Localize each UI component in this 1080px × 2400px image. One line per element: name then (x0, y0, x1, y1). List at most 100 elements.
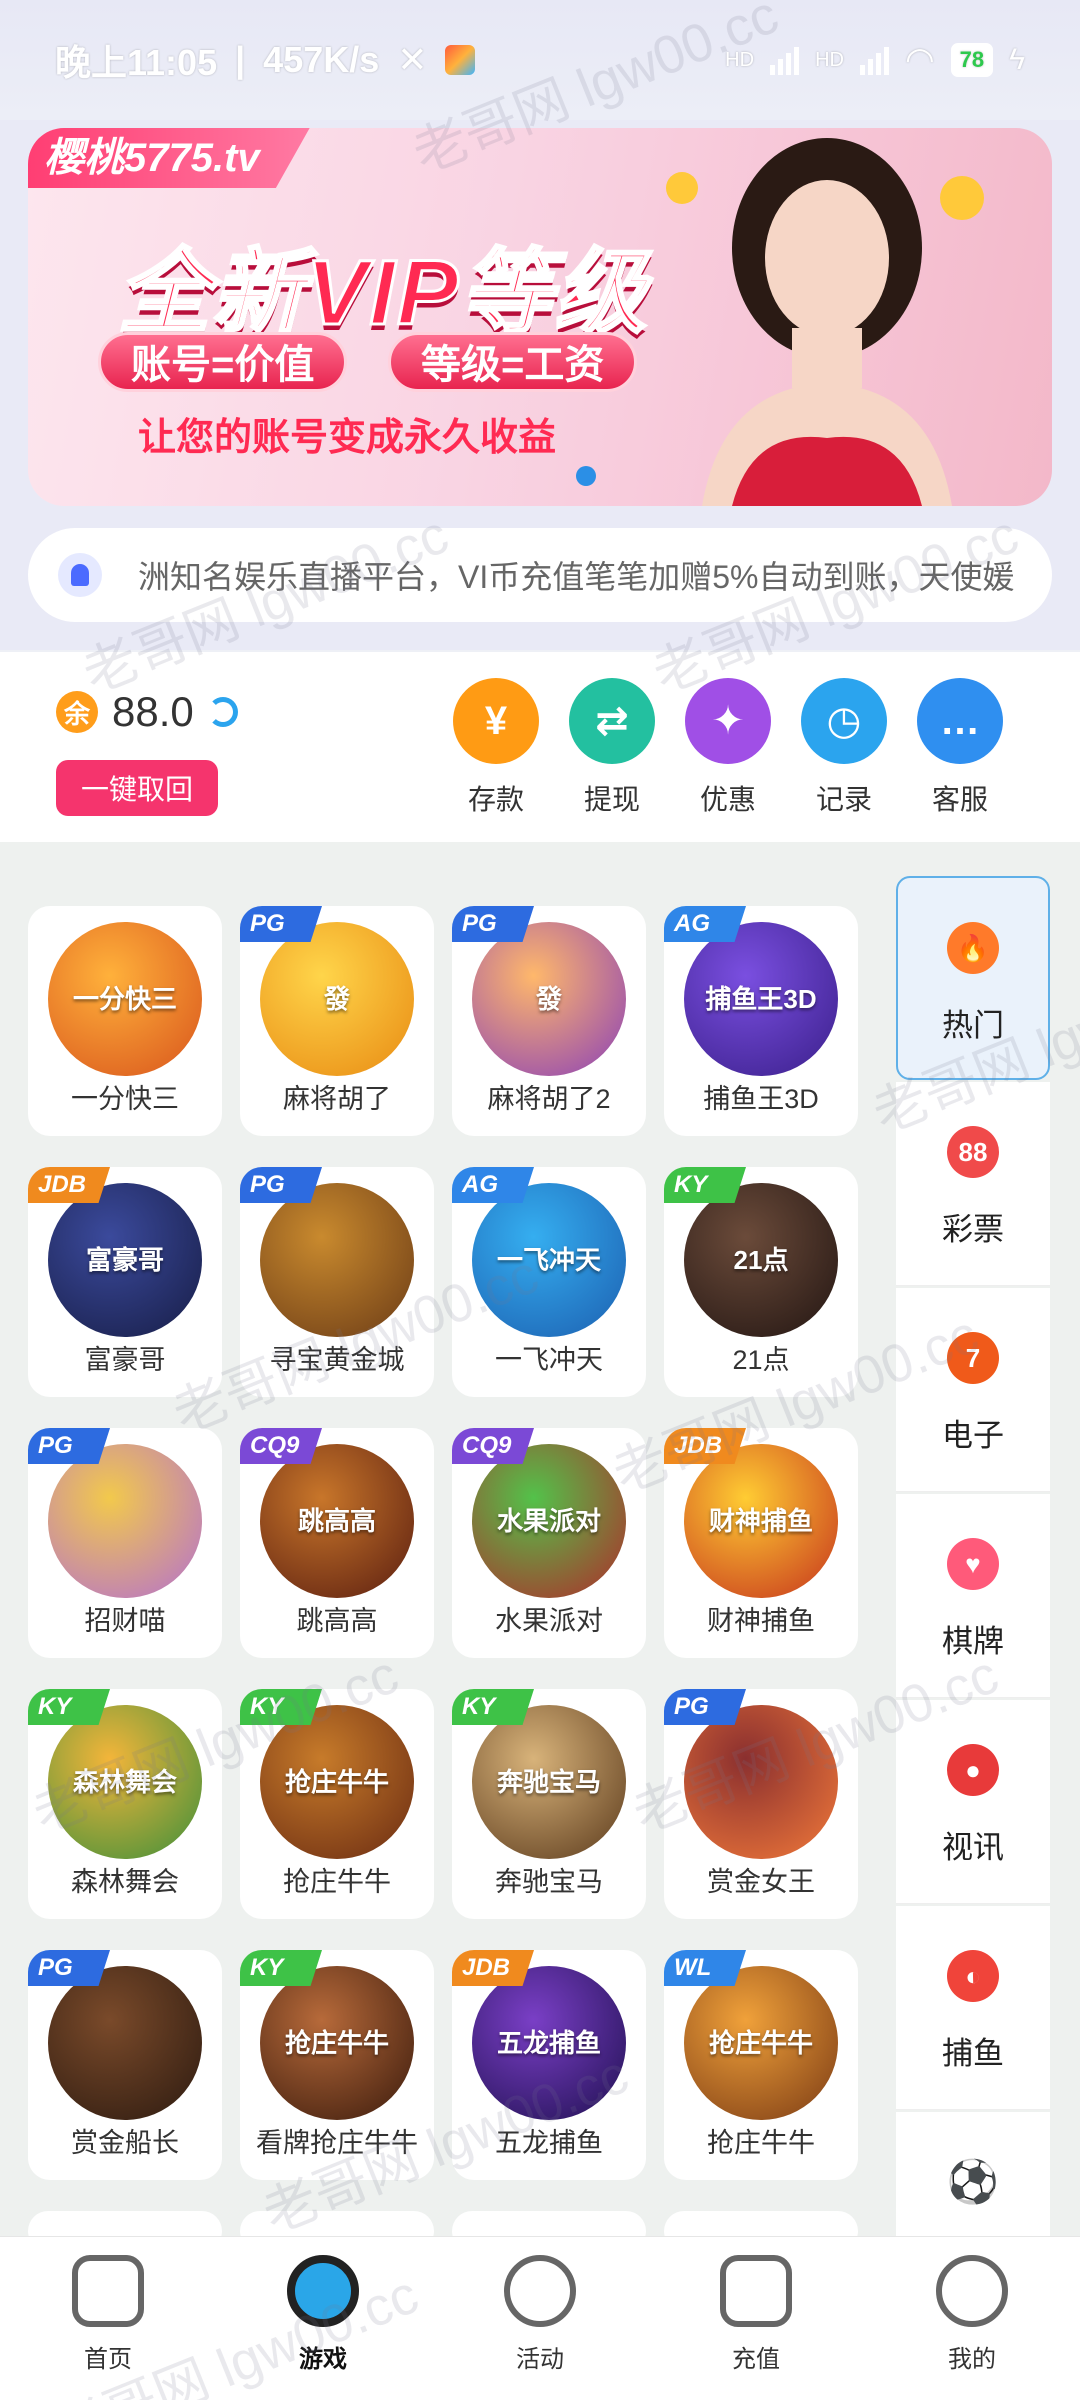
announcement-marquee[interactable]: 洲知名娱乐直播平台，VI币充值笔笔加赠5%自动到账，天使媛 (28, 528, 1052, 622)
status-speed: 457K/s (263, 39, 380, 80)
category-电子[interactable]: 7 电子 (896, 1288, 1050, 1492)
nav-profile-face[interactable]: 我的 (912, 2255, 1032, 2374)
game-card[interactable]: 一分快三 一分快三 (28, 906, 222, 1136)
game-thumbnail: 财神捕鱼 (684, 1444, 838, 1598)
game-card[interactable]: PG 寻宝黄金城 (240, 1167, 434, 1397)
game-card[interactable]: 奔驰宝马 KY 奔驰宝马 (452, 1689, 646, 1919)
action-clock[interactable]: ◷ 记录 (794, 678, 894, 818)
category-热门[interactable]: 🔥 热门 (896, 876, 1050, 1080)
game-card[interactable]: 水果派对 CQ9 水果派对 (452, 1428, 646, 1658)
game-thumbnail: 一分快三 (48, 922, 202, 1076)
game-thumbnail: 抢庄牛牛 (260, 1705, 414, 1859)
game-card[interactable]: 捕鱼王3D AG 捕鱼王3D (664, 906, 858, 1136)
nav-home[interactable]: 首页 (48, 2255, 168, 2374)
game-card[interactable]: PG 赏金女王 (664, 1689, 858, 1919)
network-hd-label: HD (725, 48, 755, 71)
bottom-navigation: 首页 游戏 活动 充值 我的 (0, 2236, 1080, 2400)
game-name: 富豪哥 (84, 1345, 166, 1375)
game-name: 财神捕鱼 (707, 1606, 815, 1636)
nav-gamepad[interactable]: 游戏 (263, 2255, 383, 2374)
fish-icon: ◐ (947, 1950, 999, 2002)
announcement-text: 洲知名娱乐直播平台，VI币充值笔笔加赠5%自动到账，天使媛 (138, 559, 1015, 595)
game-card[interactable]: 一飞冲天 AG 一飞冲天 (452, 1167, 646, 1397)
game-thumbnail (684, 1705, 838, 1859)
game-card[interactable]: PG 赏金船长 (28, 1950, 222, 2180)
category-sports[interactable]: ⚽ (896, 2112, 1050, 2236)
category-视讯[interactable]: ● 视讯 (896, 1700, 1050, 1904)
game-card-partial[interactable] (240, 2211, 434, 2236)
game-card[interactable]: 五龙捕鱼 JDB 五龙捕鱼 (452, 1950, 646, 2180)
game-name: 五龙捕鱼 (495, 2128, 603, 2158)
game-name: 一飞冲天 (495, 1345, 603, 1375)
provider-badge: CQ9 (240, 1428, 322, 1464)
game-card[interactable]: 财神捕鱼 JDB 财神捕鱼 (664, 1428, 858, 1658)
promo-banner[interactable]: 樱桃5775.tv 全新VIP等级 账号=价值 等级=工资 让您的账号变成永久收… (28, 128, 1052, 506)
chip-icon: ● (947, 1744, 999, 1796)
nav-label: 活动 (516, 2346, 564, 2373)
game-card[interactable]: 富豪哥 JDB 富豪哥 (28, 1167, 222, 1397)
provider-badge: KY (28, 1689, 110, 1725)
clock-icon: ◷ (801, 678, 887, 764)
game-name: 抢庄牛牛 (283, 1867, 391, 1897)
game-thumbnail: 發 (260, 922, 414, 1076)
action-exchange[interactable]: ⇄ 提现 (562, 678, 662, 818)
game-thumbnail (48, 1444, 202, 1598)
nav-flag[interactable]: 活动 (480, 2255, 600, 2374)
profile-face-icon (936, 2255, 1008, 2327)
action-chat[interactable]: … 客服 (910, 678, 1010, 818)
game-card-partial[interactable] (452, 2211, 646, 2236)
banner-pill-account: 账号=价值 (98, 332, 348, 392)
game-card[interactable]: PG 招财喵 (28, 1428, 222, 1658)
game-name: 赏金船长 (71, 2128, 179, 2158)
fire-icon: 🔥 (947, 922, 999, 974)
status-bar: 晚上11:05 | 457K/s ✕ HD HD ◠ 78 ϟ (0, 0, 1080, 120)
category-彩票[interactable]: 88 彩票 (896, 1082, 1050, 1286)
game-thumbnail: 跳高高 (260, 1444, 414, 1598)
banner-site-tag: 樱桃5775.tv (28, 128, 310, 188)
game-card[interactable]: 抢庄牛牛 KY 抢庄牛牛 (240, 1689, 434, 1919)
game-card-partial[interactable] (664, 2211, 858, 2236)
carousel-indicator[interactable] (576, 466, 596, 486)
game-card[interactable]: 跳高高 CQ9 跳高高 (240, 1428, 434, 1658)
banner-model-image (666, 138, 984, 506)
game-thumbnail: 奔驰宝马 (472, 1705, 626, 1859)
game-card[interactable]: 發 PG 麻将胡了 (240, 906, 434, 1136)
provider-badge: AG (452, 1167, 534, 1203)
game-thumbnail: 一飞冲天 (472, 1183, 626, 1337)
action-tag[interactable]: ✦ 优惠 (678, 678, 778, 818)
game-thumbnail: 水果派对 (472, 1444, 626, 1598)
balance-coin-icon: 余 (56, 691, 98, 733)
game-name: 一分快三 (71, 1084, 179, 1114)
provider-badge: PG (452, 906, 534, 942)
game-name: 奔驰宝马 (495, 1867, 603, 1897)
game-card-partial[interactable] (28, 2211, 222, 2236)
battery-icon: 78 (950, 43, 994, 77)
category-棋牌[interactable]: ♥ 棋牌 (896, 1494, 1050, 1698)
recall-funds-button[interactable]: 一键取回 (56, 760, 218, 816)
game-card[interactable]: 21点 KY 21点 (664, 1167, 858, 1397)
refresh-icon[interactable] (207, 697, 238, 727)
action-yen[interactable]: ¥ 存款 (446, 678, 546, 818)
game-card[interactable]: 森林舞会 KY 森林舞会 (28, 1689, 222, 1919)
category-label: 视讯 (942, 1830, 1004, 1865)
play-store-icon (445, 45, 476, 75)
mute-icon: ✕ (397, 39, 428, 80)
game-name: 赏金女王 (707, 1867, 815, 1897)
game-name: 麻将胡了2 (487, 1084, 611, 1114)
game-card[interactable]: 抢庄牛牛 WL 抢庄牛牛 (664, 1950, 858, 2180)
status-right: HD HD ◠ 78 ϟ (725, 40, 1025, 80)
wallet-icon (720, 2255, 792, 2327)
category-捕鱼[interactable]: ◐ 捕鱼 (896, 1906, 1050, 2110)
game-card[interactable]: 抢庄牛牛 KY 看牌抢庄牛牛 (240, 1950, 434, 2180)
category-label: 电子 (942, 1418, 1004, 1453)
nav-label: 我的 (948, 2346, 996, 2373)
game-thumbnail: 21点 (684, 1183, 838, 1337)
category-label: 热门 (942, 1008, 1004, 1043)
game-name: 跳高高 (296, 1606, 378, 1636)
soccer-ball-icon: ⚽ (947, 2156, 999, 2208)
provider-badge: JDB (28, 1167, 110, 1203)
chat-icon: … (917, 678, 1003, 764)
lottery-ball-icon: 88 (947, 1126, 999, 1178)
nav-wallet[interactable]: 充值 (696, 2255, 816, 2374)
game-card[interactable]: 發 PG 麻将胡了2 (452, 906, 646, 1136)
